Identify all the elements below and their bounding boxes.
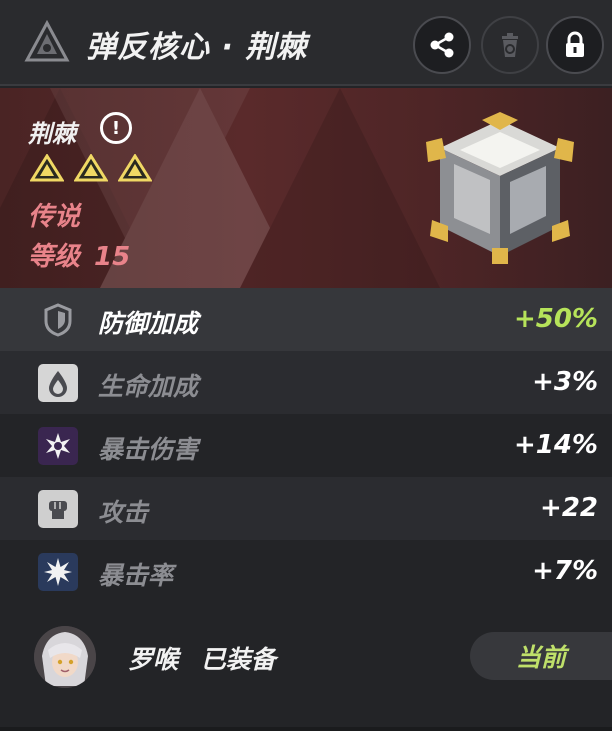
core-cube-icon (426, 112, 574, 264)
stat-row: 生命加成 +3% (0, 351, 612, 414)
item-rarity: 传说 (28, 202, 81, 232)
shield-icon (44, 303, 72, 337)
stat-value: +7% (532, 556, 598, 586)
divider (0, 727, 612, 731)
stat-row: 暴击伤害 +14% (0, 414, 612, 477)
stat-value: +50% (513, 304, 598, 334)
core-logo-icon (24, 20, 70, 62)
info-icon[interactable]: ! (100, 112, 132, 144)
share-button[interactable] (413, 16, 471, 74)
drop-icon (49, 371, 67, 397)
star-rating (30, 154, 152, 182)
stat-label: 攻击 (98, 498, 149, 527)
stat-row: 攻击 +22 (0, 477, 612, 540)
item-name: 荆棘 (28, 120, 76, 148)
star-icon (118, 154, 152, 182)
star-burst-icon (44, 558, 72, 586)
stat-label: 暴击率 (98, 561, 174, 590)
item-banner: 荆棘 ! 传说 等级 15 (0, 88, 612, 288)
lock-icon (566, 31, 584, 57)
item-level: 等级 15 (28, 236, 130, 273)
stat-label: 暴击伤害 (98, 435, 199, 464)
stat-value: +22 (540, 493, 598, 523)
stat-row-main: 防御加成 +50% (0, 288, 612, 351)
stat-label: 生命加成 (98, 372, 199, 401)
equip-status: 已装备 (200, 645, 276, 674)
level-value: 15 (94, 242, 131, 272)
lock-button[interactable] (546, 16, 604, 74)
stat-value: +14% (513, 430, 598, 460)
star-icon (30, 154, 64, 182)
equipped-by: 罗喉 已装备 (128, 640, 276, 676)
stat-row: 暴击率 +7% (0, 540, 612, 603)
page-title: 弹反核心 · 荆棘 (86, 30, 308, 65)
star-icon (74, 154, 108, 182)
fist-icon (49, 501, 67, 519)
equipped-section: 罗喉 已装备 当前 (0, 604, 612, 709)
trash-icon (502, 33, 518, 57)
character-name: 罗喉 (128, 645, 179, 674)
top-bar: 弹反核心 · 荆棘 (0, 0, 612, 86)
burst-icon (46, 433, 70, 459)
stats-list: 防御加成 +50% 生命加成 +3% 暴击伤害 +14% 攻击 +22 暴击率 … (0, 288, 612, 603)
share-icon (430, 32, 454, 58)
level-label: 等级 (28, 242, 81, 272)
current-button[interactable]: 当前 (470, 632, 612, 680)
character-portrait (34, 626, 96, 688)
stat-label: 防御加成 (98, 309, 199, 338)
character-avatar[interactable] (34, 626, 96, 688)
recycle-button[interactable] (481, 16, 539, 74)
stat-value: +3% (532, 367, 598, 397)
